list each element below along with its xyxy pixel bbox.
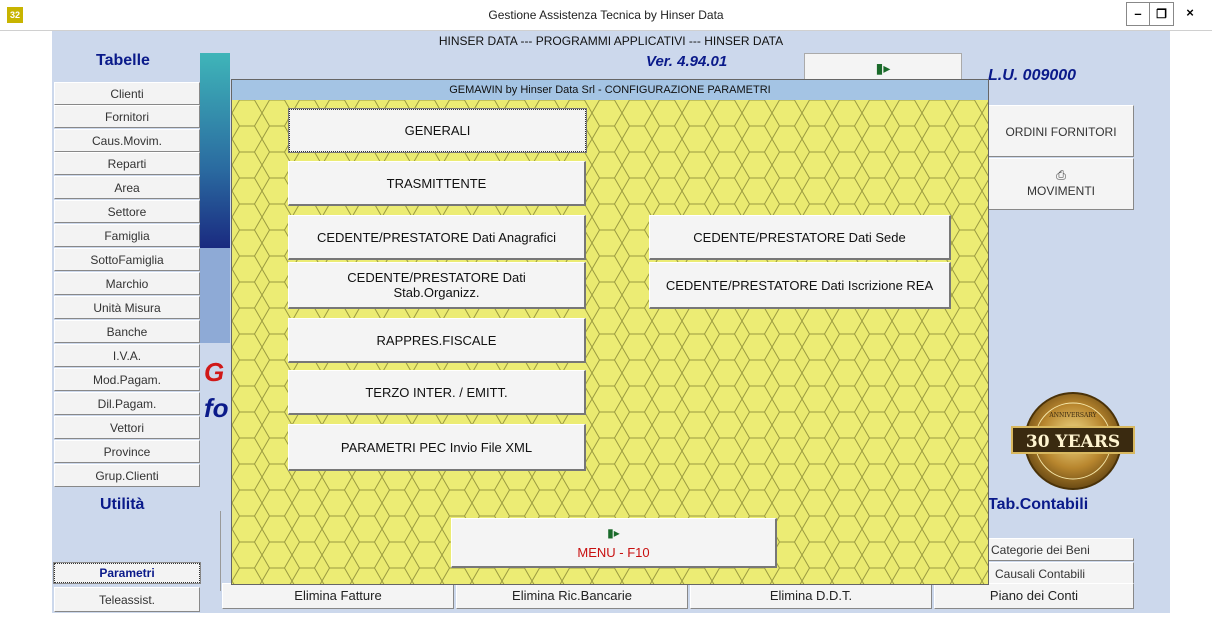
minimize-button[interactable]: – xyxy=(1126,2,1150,26)
cedente-anagrafici-button[interactable]: CEDENTE/PRESTATORE Dati Anagrafici xyxy=(288,215,586,260)
terzo-inter-button[interactable]: TERZO INTER. / EMITT. xyxy=(288,370,586,415)
big-logo-text: fo xyxy=(204,393,229,423)
big-logo-letter: G xyxy=(204,357,225,387)
printer-icon: ⎙ xyxy=(1056,168,1066,182)
sidebar-item[interactable]: Banche xyxy=(54,320,200,343)
sidebar-item[interactable]: SottoFamiglia xyxy=(54,248,200,271)
sidebar-item[interactable]: Marchio xyxy=(54,272,200,295)
sidebar-item[interactable]: Settore xyxy=(54,200,200,223)
elimina-fatture-button[interactable]: Elimina Fatture xyxy=(222,583,454,609)
app-icon: 32 xyxy=(7,7,23,23)
piano-conti-button[interactable]: Piano dei Conti xyxy=(934,583,1134,609)
rappres-fiscale-button[interactable]: RAPPRES.FISCALE xyxy=(288,318,586,363)
close-icon: × xyxy=(1186,5,1194,20)
sidebar-item[interactable]: Fornitori xyxy=(54,105,200,128)
maximize-button[interactable]: ❐ xyxy=(1150,2,1174,26)
window-title: Gestione Assistenza Tecnica by Hinser Da… xyxy=(488,8,724,22)
causali-contabili-button[interactable]: Causali Contabili xyxy=(988,562,1134,585)
menu-f10-button[interactable]: ▮▸ MENU - F10 xyxy=(451,518,777,568)
cedente-sede-button[interactable]: CEDENTE/PRESTATORE Dati Sede xyxy=(649,215,951,260)
movimenti-label: MOVIMENTI xyxy=(1027,184,1095,198)
sidebar-item[interactable]: Province xyxy=(54,440,200,463)
badge-text: 30 YEARS xyxy=(1026,432,1120,452)
sidebar-item[interactable]: Mod.Pagam. xyxy=(54,368,200,391)
header-banner: HINSER DATA --- PROGRAMMI APPLICATIVI --… xyxy=(438,34,784,48)
dialog-title: GEMAWIN by Hinser Data Srl - CONFIGURAZI… xyxy=(232,80,988,100)
sidebar-item[interactable]: Unità Misura xyxy=(54,296,200,319)
sidebar-item[interactable]: Reparti xyxy=(54,152,200,175)
sidebar-item[interactable]: Vettori xyxy=(54,416,200,439)
sidebar-item[interactable]: I.V.A. xyxy=(54,344,200,367)
tabelle-heading: Tabelle xyxy=(96,52,150,69)
close-button[interactable]: × xyxy=(1175,2,1205,26)
ordini-fornitori-button[interactable]: ORDINI FORNITORI xyxy=(988,105,1134,157)
elimina-ric-bancarie-button[interactable]: Elimina Ric.Bancarie xyxy=(456,583,688,609)
sidebar-item[interactable]: Caus.Movim. xyxy=(54,129,200,152)
trasmittente-button[interactable]: TRASMITTENTE xyxy=(288,161,586,206)
anniversary-badge: 30 YEARS ANNIVERSARY xyxy=(1011,392,1135,490)
dialog-body: GENERALI TRASMITTENTE CEDENTE/PRESTATORE… xyxy=(232,100,988,584)
sidebar-item-parametri[interactable]: Parametri xyxy=(53,562,201,584)
background-panel xyxy=(200,248,230,343)
exit-door-icon: ▮▸ xyxy=(875,60,891,76)
generali-button[interactable]: GENERALI xyxy=(288,108,587,153)
cedente-stab-button[interactable]: CEDENTE/PRESTATORE Dati Stab.Organizz. xyxy=(288,262,586,309)
maximize-icon: ❐ xyxy=(1156,7,1167,21)
elimina-ddt-button[interactable]: Elimina D.D.T. xyxy=(690,583,932,609)
parametri-pec-button[interactable]: PARAMETRI PEC Invio File XML xyxy=(288,424,586,471)
minimize-icon: – xyxy=(1134,6,1142,21)
sidebar-item[interactable]: Clienti xyxy=(54,82,200,105)
sidebar-item[interactable]: Dil.Pagam. xyxy=(54,392,200,415)
movimenti-button[interactable]: ⎙ MOVIMENTI xyxy=(988,158,1134,210)
categorie-beni-button[interactable]: Categorie dei Beni xyxy=(988,538,1134,561)
utilita-heading: Utilità xyxy=(100,496,145,513)
exit-door-icon: ▮▸ xyxy=(607,525,620,540)
title-bar: Gestione Assistenza Tecnica by Hinser Da… xyxy=(0,0,1212,31)
sidebar-item-teleassist[interactable]: Teleassist. xyxy=(54,587,200,612)
license-label: L.U. 009000 xyxy=(988,67,1077,84)
version-label: Ver. 4.94.01 xyxy=(646,53,728,70)
menu-f10-label: MENU - F10 xyxy=(577,544,650,560)
sidebar-item[interactable]: Famiglia xyxy=(54,224,200,247)
sidebar-item[interactable]: Grup.Clienti xyxy=(54,464,200,487)
background-image xyxy=(200,53,230,248)
badge-top-text: ANNIVERSARY xyxy=(1048,412,1097,419)
config-dialog: GEMAWIN by Hinser Data Srl - CONFIGURAZI… xyxy=(231,79,989,585)
cedente-rea-button[interactable]: CEDENTE/PRESTATORE Dati Iscrizione REA xyxy=(649,262,951,309)
tab-contabili-heading: Tab.Contabili xyxy=(988,496,1089,513)
sidebar-item[interactable]: Area xyxy=(54,176,200,199)
